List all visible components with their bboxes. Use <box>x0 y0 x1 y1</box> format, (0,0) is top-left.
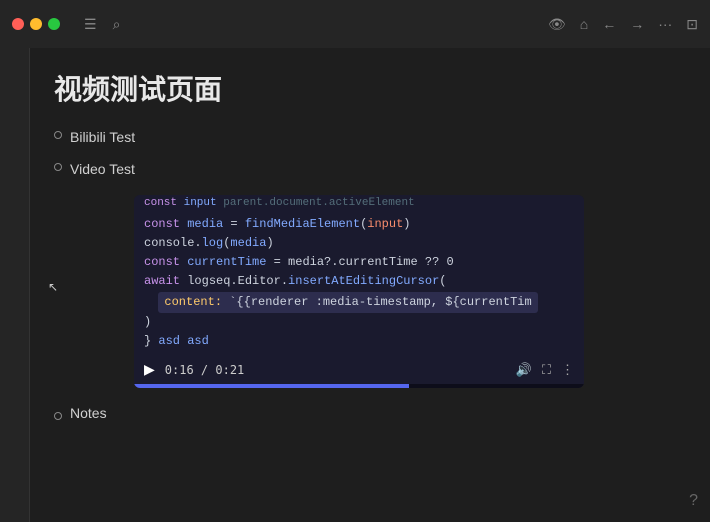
titlebar: ☰ ⌕ 👁 ⌂ ← → ··· ⊡ <box>0 0 710 48</box>
left-sidebar <box>0 48 30 522</box>
page-title: 视频测试页面 <box>54 68 686 108</box>
eye-icon[interactable]: 👁 <box>548 16 566 33</box>
fullscreen-icon[interactable]: ⛶ <box>542 362 551 378</box>
bullet-icon <box>54 131 62 139</box>
home-icon[interactable]: ⌂ <box>580 16 588 32</box>
content-area: 视频测试页面 Bilibili Test Video Test const in… <box>30 48 710 522</box>
notes-bullet-icon <box>54 412 62 420</box>
more-icon[interactable]: ··· <box>658 16 672 32</box>
code-line-2: console.log(media) <box>144 234 574 253</box>
minimize-button[interactable] <box>30 18 42 30</box>
titlebar-right-icons: 👁 ⌂ ← → ··· ⊡ <box>548 16 698 33</box>
maximize-button[interactable] <box>48 18 60 30</box>
notes-item: Notes <box>54 402 686 424</box>
close-button[interactable] <box>12 18 24 30</box>
help-button[interactable]: ? <box>689 492 698 510</box>
code-line-3: const currentTime = media?.currentTime ?… <box>144 253 574 272</box>
time-display: 0:16 / 0:21 <box>165 363 245 377</box>
menu-icon[interactable]: ☰ <box>84 16 97 33</box>
code-overflow-line: const input parent.document.activeElemen… <box>134 195 584 209</box>
code-line-4: await logseq.Editor.insertAtEditingCurso… <box>144 272 574 291</box>
titlebar-left-icons: ☰ ⌕ <box>84 16 120 33</box>
traffic-lights <box>12 18 60 30</box>
mouse-cursor: ↖ <box>48 280 58 294</box>
play-button[interactable]: ▶ <box>144 361 155 378</box>
video-code-block: const input parent.document.activeElemen… <box>134 195 584 388</box>
code-line-6: ) <box>144 313 574 332</box>
code-line-7: } asd asd <box>144 332 574 351</box>
list-item: Bilibili Test <box>54 126 686 148</box>
list-item: Video Test <box>54 158 686 180</box>
back-icon[interactable]: ← <box>602 16 616 32</box>
progress-bar-fill <box>134 384 409 388</box>
code-block: const media = findMediaElement(input) co… <box>134 209 584 355</box>
volume-icon[interactable]: 🔊 <box>516 362 532 378</box>
sub-bullet-item: const input parent.document.activeElemen… <box>86 191 686 388</box>
progress-bar-container[interactable] <box>134 384 584 388</box>
forward-icon[interactable]: → <box>630 16 644 32</box>
sidebar-icon[interactable]: ⊡ <box>686 16 698 33</box>
video-test-label: Video Test <box>70 158 135 180</box>
video-controls-bar: ▶ 0:16 / 0:21 🔊 ⛶ ⋮ <box>134 355 584 384</box>
search-icon[interactable]: ⌕ <box>113 16 121 33</box>
bullet-icon <box>54 163 62 171</box>
code-line-5: content: `{{renderer :media-timestamp, $… <box>144 292 574 313</box>
code-line-1: const media = findMediaElement(input) <box>144 215 574 234</box>
bilibili-test-label: Bilibili Test <box>70 126 135 148</box>
video-more-icon[interactable]: ⋮ <box>561 362 574 378</box>
main-layout: 视频测试页面 Bilibili Test Video Test const in… <box>0 48 710 522</box>
notes-label: Notes <box>70 402 107 424</box>
